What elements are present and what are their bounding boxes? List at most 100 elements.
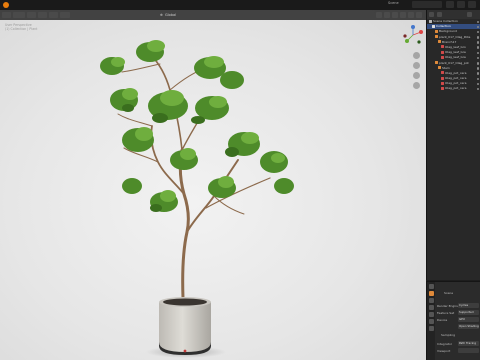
mesh-icon [438, 66, 441, 70]
tool-tab-icon[interactable] [428, 284, 434, 289]
outliner-row-label: Stem [442, 65, 450, 70]
outliner-row-label: Olag_leaf_Gro [445, 44, 466, 49]
visibility-eye-icon[interactable] [476, 36, 479, 39]
top-bar: Scene [0, 0, 480, 10]
empty-icon [435, 35, 438, 39]
3d-viewport[interactable]: ⊕ Global User Perspective (1) Collection… [0, 10, 426, 360]
outliner-row[interactable]: Olag_pot_cera [427, 86, 480, 91]
visibility-eye-icon[interactable] [476, 51, 479, 55]
rendered-shading-icon[interactable] [416, 12, 422, 18]
material-icon [441, 45, 444, 49]
outliner-row-label: Scene Collection [433, 19, 458, 23]
material-icon [441, 86, 444, 90]
visibility-eye-icon[interactable] [476, 72, 479, 75]
window-close-icon[interactable] [468, 1, 476, 8]
outliner-row-label: Collection [436, 24, 451, 29]
visibility-eye-icon[interactable] [476, 77, 479, 81]
filter-icon[interactable] [467, 12, 472, 17]
blender-logo-icon[interactable] [3, 2, 9, 8]
solid-shading-icon[interactable] [400, 12, 406, 18]
view-layer-tab-icon[interactable] [428, 305, 434, 310]
outliner-row-label: plant_017_Olag_pot [439, 60, 469, 65]
workspace-menu-icon[interactable] [446, 1, 454, 8]
outliner-editor-icon[interactable] [429, 12, 434, 17]
outliner-row-label: Olag_pot_cera [445, 81, 467, 86]
integrator-dropdown[interactable]: Path Tracing [458, 341, 479, 346]
outliner-row-label: Olag_leaf_Gre [445, 55, 466, 60]
tree-foliage [100, 40, 294, 212]
outliner-row-label: Branch17 [442, 39, 457, 44]
properties-panel: Scene Render Engine Cycles Feature Set S… [426, 281, 480, 360]
mesh-icon [435, 29, 438, 33]
viewport-samples-label: Viewport [437, 349, 451, 353]
object-menu[interactable] [60, 12, 70, 18]
visibility-eye-icon[interactable] [476, 87, 479, 91]
visibility-eye-icon[interactable] [476, 46, 479, 49]
collection-info: (1) Collection | Plant [5, 27, 38, 32]
transform-orientation[interactable]: ⊕ Global [160, 12, 176, 18]
outliner-panel: Scene Collection Collection Background plan… [426, 10, 480, 280]
outliner-row-label: plant_017_Olag_Pote [439, 34, 471, 39]
select-menu[interactable] [38, 12, 47, 18]
orientation-icon: ⊕ [160, 13, 163, 17]
sampling-section-header[interactable]: Sampling [441, 333, 455, 337]
mesh-icon [438, 40, 441, 44]
output-tab-icon[interactable] [428, 298, 434, 303]
material-icon [441, 76, 444, 80]
render-engine-dropdown[interactable]: Cycles [458, 303, 479, 308]
integrator-label: Integrator [437, 342, 453, 346]
material-icon [441, 50, 444, 54]
xray-icon[interactable] [392, 12, 398, 18]
viewport-shading-tools [376, 12, 422, 18]
object-tab-icon[interactable] [428, 326, 434, 331]
outliner-tree: Scene Collection Collection Background plan… [427, 19, 480, 92]
open-shading-checkbox[interactable]: Open Shading [458, 324, 479, 329]
properties-title: Scene [444, 291, 454, 295]
scene-label[interactable]: Scene [388, 1, 399, 5]
visibility-eye-icon[interactable] [476, 82, 479, 86]
object-mode-dropdown[interactable] [13, 12, 25, 18]
visibility-eye-icon[interactable] [476, 67, 479, 70]
render-tab-icon[interactable] [428, 291, 434, 296]
feature-set-dropdown[interactable]: Supported [458, 310, 479, 315]
overlay-icon[interactable] [384, 12, 390, 18]
feature-set-label: Feature Set [437, 311, 455, 315]
visibility-eye-icon[interactable] [476, 30, 479, 34]
material-icon [441, 55, 444, 59]
viewport-samples-field[interactable] [458, 348, 479, 353]
visibility-icon[interactable] [376, 12, 382, 18]
view-menu[interactable] [27, 12, 36, 18]
view-layer-selector[interactable] [412, 1, 442, 8]
pan-icon[interactable] [413, 62, 420, 69]
world-tab-icon[interactable] [428, 319, 434, 324]
render-engine-label: Render Engine [437, 304, 459, 308]
visibility-eye-icon[interactable] [476, 20, 479, 23]
outliner-row-label: Background [439, 29, 457, 34]
empty-icon [435, 61, 438, 64]
outliner-row-label: Olag_pot_cera [445, 86, 467, 91]
viewport-info: User Perspective (1) Collection | Plant [5, 23, 37, 31]
add-menu[interactable] [49, 12, 58, 18]
viewport-nav-buttons [413, 52, 420, 89]
device-dropdown[interactable]: GPU [458, 317, 479, 322]
outliner-row-label: Olag_pot_cera [445, 70, 467, 75]
visibility-eye-icon[interactable] [476, 62, 479, 65]
visibility-eye-icon[interactable] [476, 56, 479, 60]
material-icon [441, 81, 444, 85]
properties-tabs [427, 282, 435, 360]
window-minimize-icon[interactable] [457, 1, 465, 8]
camera-view-icon[interactable] [413, 72, 420, 79]
display-mode-icon[interactable] [437, 12, 442, 17]
zoom-icon[interactable] [413, 52, 420, 59]
editor-type-icon[interactable] [2, 12, 11, 18]
visibility-eye-icon[interactable] [476, 41, 479, 44]
scene-tab-icon[interactable] [428, 312, 434, 317]
material-shading-icon[interactable] [408, 12, 414, 18]
navigation-gizmo[interactable] [402, 24, 424, 46]
outliner-row-label: Olag_leaf_Gre [445, 50, 466, 55]
outliner-header [427, 10, 480, 19]
plant-render [100, 40, 294, 358]
visibility-eye-icon[interactable] [476, 25, 479, 29]
perspective-toggle-icon[interactable] [413, 82, 420, 89]
outliner-row-label: Olag_pot_cera [445, 76, 467, 81]
